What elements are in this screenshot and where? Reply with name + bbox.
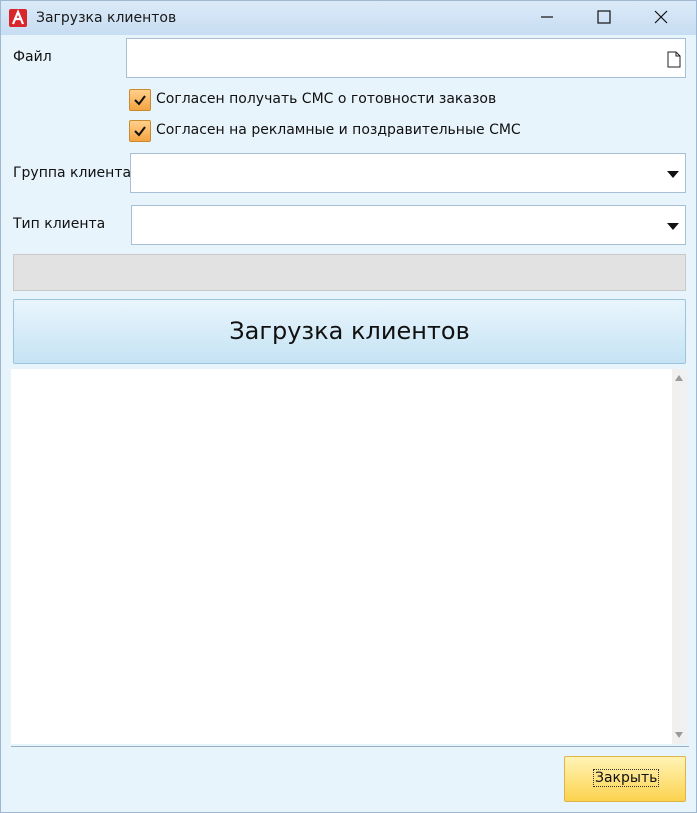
file-browse-icon[interactable] [667, 51, 681, 72]
chevron-down-icon[interactable] [667, 171, 679, 178]
scroll-up-icon[interactable] [675, 375, 683, 381]
file-label: Файл [13, 49, 52, 65]
title-bar[interactable]: Загрузка клиентов [1, 1, 696, 35]
file-input[interactable] [126, 38, 686, 78]
chevron-down-icon[interactable] [667, 223, 679, 230]
log-area[interactable] [11, 369, 687, 744]
app-logo-icon [9, 9, 27, 27]
close-icon [654, 10, 668, 24]
progress-bar [13, 254, 686, 291]
sms-ready-label: Согласен получать СМС о готовности заказ… [156, 91, 497, 107]
group-label: Группа клиента [13, 165, 132, 181]
maximize-icon [597, 10, 611, 24]
checkmark-icon [134, 126, 146, 137]
minimize-icon [541, 16, 553, 18]
import-clients-window: Загрузка клиентов Файл Согласен получать… [0, 0, 697, 813]
vertical-scrollbar[interactable] [672, 369, 687, 744]
checkmark-icon [134, 95, 146, 106]
type-select[interactable] [131, 205, 686, 245]
sms-promo-checkbox[interactable] [129, 120, 151, 142]
sms-ready-checkbox[interactable] [129, 89, 151, 111]
scroll-down-icon[interactable] [675, 732, 683, 738]
close-window-button[interactable] [633, 1, 689, 33]
sms-promo-label: Согласен на рекламные и поздравительные … [156, 122, 521, 138]
close-button-label: Закрыть [592, 769, 660, 787]
type-label: Тип клиента [13, 216, 106, 232]
maximize-button[interactable] [576, 1, 632, 33]
minimize-button[interactable] [519, 1, 575, 33]
load-clients-button[interactable]: Загрузка клиентов [13, 299, 686, 364]
close-button[interactable]: Закрыть [564, 756, 686, 802]
divider [11, 746, 689, 747]
window-title: Загрузка клиентов [36, 10, 177, 26]
group-select[interactable] [130, 153, 686, 193]
